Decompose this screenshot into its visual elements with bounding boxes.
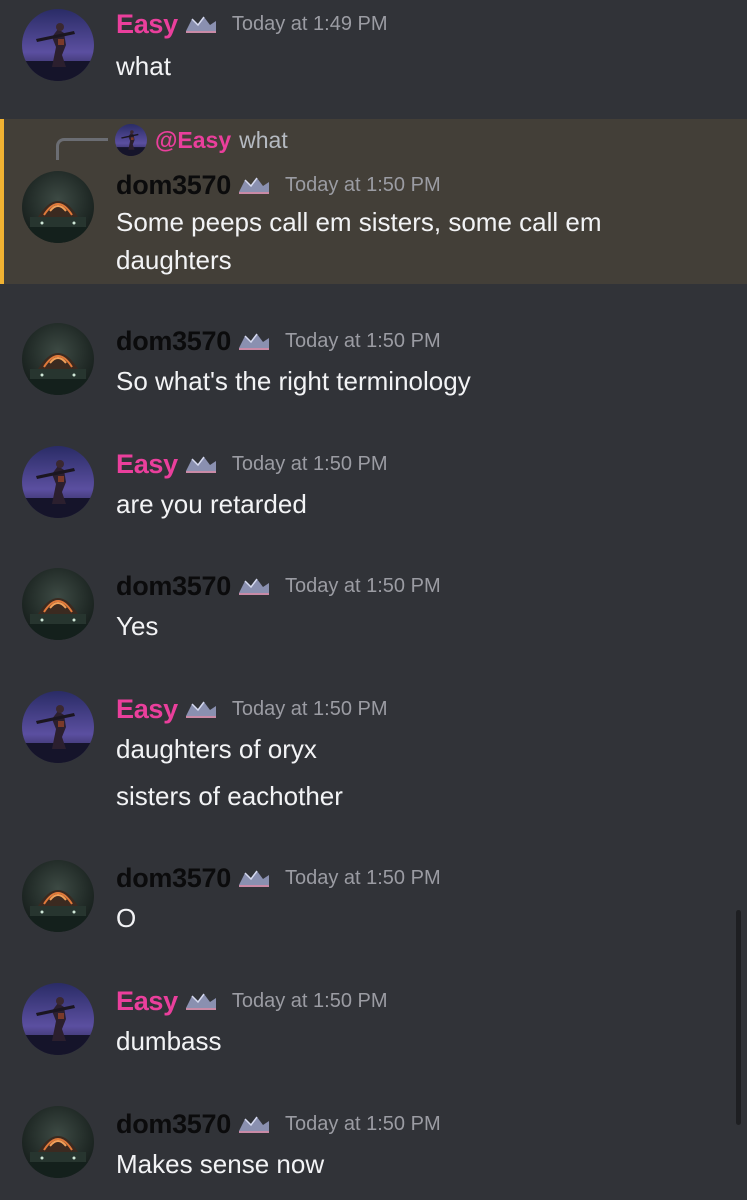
message-text: Makes sense now: [116, 1149, 325, 1179]
message-header: dom3570 Today at 1:50 PM: [116, 860, 441, 896]
username[interactable]: dom3570: [116, 326, 231, 357]
message-header: dom3570 Today at 1:50 PM: [116, 167, 441, 203]
username[interactable]: Easy: [116, 449, 178, 480]
timestamp: Today at 1:50 PM: [284, 574, 441, 597]
message-text: daughters: [116, 245, 232, 275]
avatar[interactable]: [22, 446, 94, 518]
message-header: dom3570 Today at 1:50 PM: [116, 1106, 441, 1142]
server-tag-badge-icon: [184, 454, 218, 474]
timestamp: Today at 1:50 PM: [231, 697, 388, 720]
timestamp: Today at 1:50 PM: [231, 452, 388, 475]
message-header: dom3570 Today at 1:50 PM: [116, 568, 441, 604]
message-text: O: [116, 903, 137, 933]
server-tag-badge-icon: [184, 991, 218, 1011]
message-header: Easy Today at 1:49 PM: [116, 6, 388, 42]
timestamp: Today at 1:50 PM: [284, 866, 441, 889]
username[interactable]: Easy: [116, 986, 178, 1017]
message-header: dom3570 Today at 1:50 PM: [116, 323, 441, 359]
server-tag-badge-icon: [184, 699, 218, 719]
server-tag-badge-icon: [237, 331, 271, 351]
reply-spine: [56, 138, 108, 160]
avatar[interactable]: [22, 983, 94, 1055]
timestamp: Today at 1:50 PM: [231, 989, 388, 1012]
avatar[interactable]: [22, 323, 94, 395]
username[interactable]: dom3570: [116, 863, 231, 894]
message-text: sisters of eachother: [116, 781, 343, 811]
avatar[interactable]: [22, 568, 94, 640]
message-header: Easy Today at 1:50 PM: [116, 983, 388, 1019]
reply-mention[interactable]: @Easy: [155, 127, 231, 154]
message-header: Easy Today at 1:50 PM: [116, 446, 388, 482]
avatar[interactable]: [22, 1106, 94, 1178]
server-tag-badge-icon: [184, 14, 218, 34]
username[interactable]: dom3570: [116, 571, 231, 602]
timestamp: Today at 1:49 PM: [231, 12, 388, 35]
message-text: what: [116, 51, 171, 81]
username[interactable]: dom3570: [116, 170, 231, 201]
message-text: So what's the right terminology: [116, 366, 471, 396]
scrollbar[interactable]: [736, 910, 741, 1125]
timestamp: Today at 1:50 PM: [284, 173, 441, 196]
username[interactable]: Easy: [116, 694, 178, 725]
avatar[interactable]: [22, 860, 94, 932]
avatar[interactable]: [22, 691, 94, 763]
reply-preview[interactable]: @Easy what: [115, 125, 288, 155]
server-tag-badge-icon: [237, 1114, 271, 1134]
server-tag-badge-icon: [237, 868, 271, 888]
timestamp: Today at 1:50 PM: [284, 329, 441, 352]
username[interactable]: dom3570: [116, 1109, 231, 1140]
message-text: Some peeps call em sisters, some call em: [116, 207, 602, 237]
message-text: daughters of oryx: [116, 734, 317, 764]
message-header: Easy Today at 1:50 PM: [116, 691, 388, 727]
server-tag-badge-icon: [237, 175, 271, 195]
avatar[interactable]: [22, 171, 94, 243]
avatar[interactable]: [22, 9, 94, 81]
message-text: Yes: [116, 611, 159, 641]
username[interactable]: Easy: [116, 9, 178, 40]
reply-avatar: [115, 124, 147, 156]
reply-text: what: [239, 126, 288, 153]
message-text: dumbass: [116, 1026, 222, 1056]
server-tag-badge-icon: [237, 576, 271, 596]
message-text: are you retarded: [116, 489, 307, 519]
timestamp: Today at 1:50 PM: [284, 1112, 441, 1135]
